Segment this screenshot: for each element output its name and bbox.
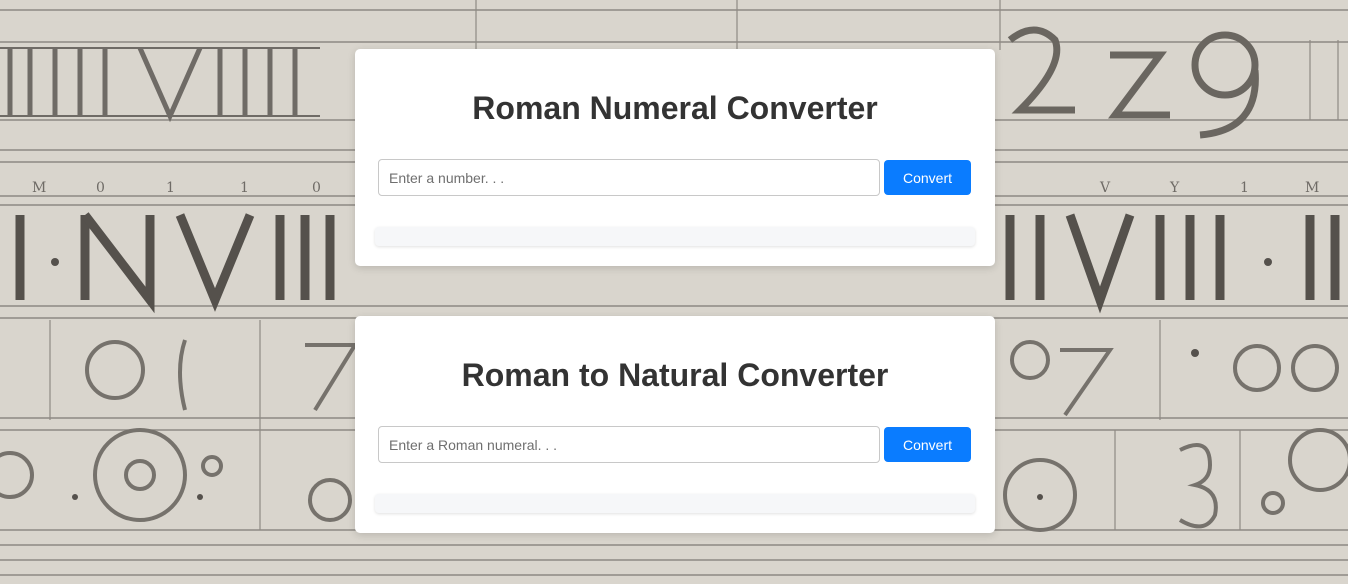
roman-numeral-converter-card: Roman Numeral Converter Convert [355, 49, 995, 266]
svg-text:0: 0 [312, 180, 321, 196]
number-input[interactable] [378, 159, 880, 196]
svg-text:1: 1 [166, 180, 175, 196]
card-title: Roman Numeral Converter [472, 90, 878, 126]
svg-text:0: 0 [96, 180, 105, 196]
svg-text:M: M [1305, 180, 1319, 196]
svg-text:V: V [1099, 180, 1111, 196]
svg-text:M: M [32, 180, 46, 196]
result-box [375, 227, 975, 246]
roman-numeral-input[interactable] [378, 426, 880, 463]
roman-to-natural-converter-card: Roman to Natural Converter Convert [355, 316, 995, 533]
result-box [375, 494, 975, 513]
convert-button[interactable]: Convert [884, 427, 971, 462]
svg-text:1: 1 [1240, 180, 1249, 196]
svg-text:Y: Y [1169, 180, 1180, 196]
convert-button[interactable]: Convert [884, 160, 971, 195]
card-title: Roman to Natural Converter [461, 357, 889, 393]
svg-text:1: 1 [240, 180, 249, 196]
